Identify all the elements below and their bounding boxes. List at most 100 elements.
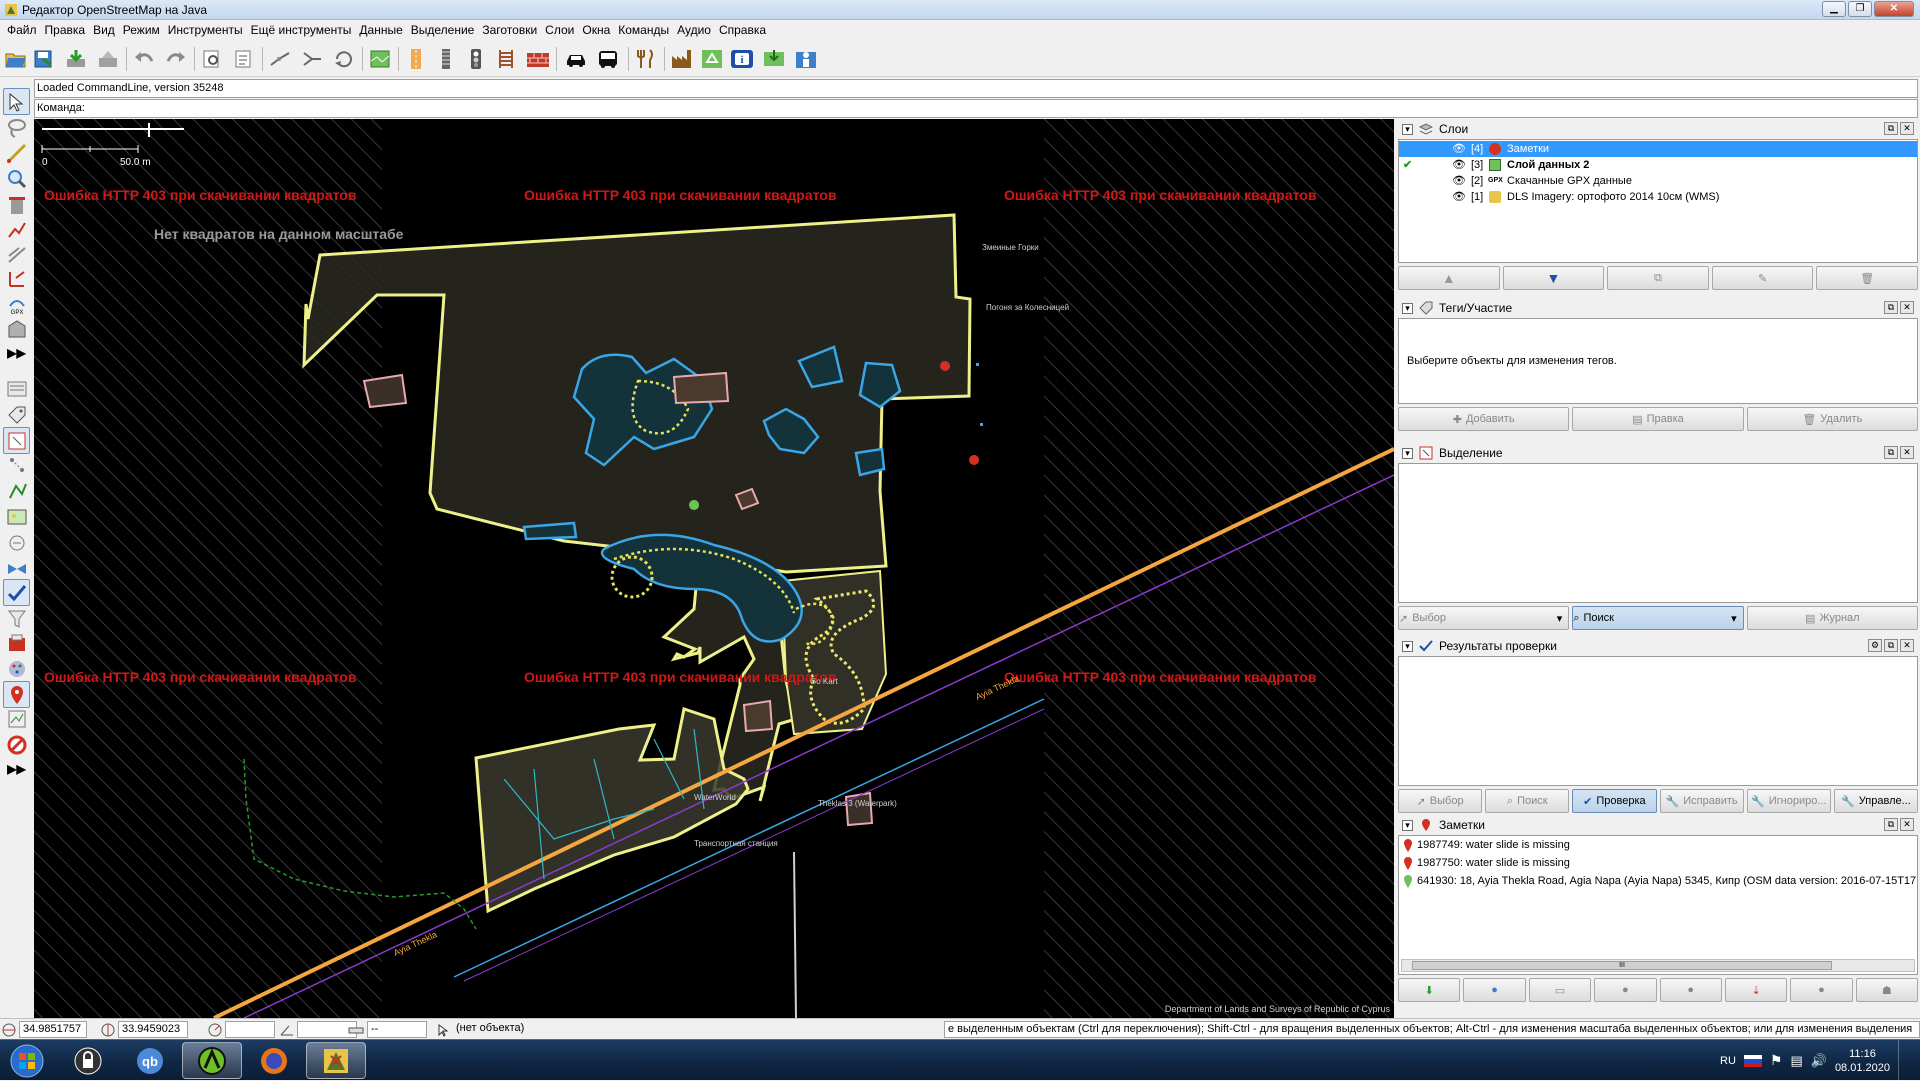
close-button[interactable]: ✕: [1874, 1, 1914, 17]
close-note-button[interactable]: ●: [1594, 978, 1657, 1002]
commandline-input[interactable]: Команда:: [34, 99, 1918, 118]
detach-icon[interactable]: ⧉: [1884, 301, 1898, 314]
search-button[interactable]: ⌕ Поиск ▾: [1572, 606, 1744, 630]
save-icon[interactable]: [32, 47, 56, 71]
toggle-dialog-restriction-icon[interactable]: [3, 731, 30, 758]
toggle-dialog-filter-funnel-icon[interactable]: [3, 605, 30, 632]
reverse-icon[interactable]: [332, 47, 356, 71]
taskbar-keepass[interactable]: [58, 1042, 118, 1079]
notes-panel-header[interactable]: ▾ Заметки ⧉ ✕: [1398, 815, 1918, 835]
menu-layers[interactable]: Слои: [541, 20, 578, 41]
lasso-tool-icon[interactable]: [3, 114, 30, 141]
manage-button[interactable]: 🔧 Управле...: [1833, 789, 1919, 813]
toggle-dialog-conflict-icon[interactable]: [3, 555, 30, 582]
validation-search-button[interactable]: ⌕ Поиск: [1485, 789, 1570, 813]
detach-icon[interactable]: ⧉: [1884, 446, 1898, 459]
open-file-icon[interactable]: [4, 47, 28, 71]
taskbar-firefox[interactable]: [244, 1042, 304, 1079]
toggle-dialog-changeset-icon[interactable]: [3, 629, 30, 656]
selection-panel-header[interactable]: ▾ Выделение ⧉ ✕: [1398, 443, 1918, 463]
menu-windows[interactable]: Окна: [578, 20, 614, 41]
menu-mode[interactable]: Режим: [119, 20, 164, 41]
menu-more-tools[interactable]: Ещё инструменты: [247, 20, 356, 41]
toggle-dialog-tags-icon[interactable]: [3, 401, 30, 428]
visibility-eye-icon[interactable]: 👁: [1452, 157, 1466, 173]
tags-panel-header[interactable]: ▾ Теги/Участие ⧉ ✕: [1398, 298, 1918, 318]
pool-small[interactable]: [854, 447, 886, 477]
combine-way-icon[interactable]: [300, 47, 324, 71]
bus-icon[interactable]: [596, 47, 620, 71]
notes-horizontal-scrollbar[interactable]: III: [1401, 959, 1915, 972]
pool-strip[interactable]: [522, 521, 578, 541]
collapse-icon[interactable]: ▾: [1402, 123, 1413, 135]
road-icon[interactable]: [404, 47, 428, 71]
car-icon[interactable]: [564, 47, 588, 71]
tourism-icon[interactable]: [762, 47, 786, 71]
note-item[interactable]: 1987750: water slide is missing: [1399, 854, 1917, 872]
person-icon[interactable]: [794, 47, 818, 71]
menu-presets[interactable]: Заготовки: [478, 20, 541, 41]
detach-icon[interactable]: ⧉: [1884, 122, 1898, 135]
collapse-icon[interactable]: ▾: [1402, 447, 1413, 459]
note-item[interactable]: 641930: 18, Ayia Thekla Road, Agia Napa …: [1399, 872, 1917, 890]
ignore-button[interactable]: 🔧 Игнориро...: [1746, 789, 1831, 813]
close-icon[interactable]: ✕: [1900, 446, 1914, 459]
maximize-button[interactable]: ❐: [1848, 1, 1872, 17]
draw-tool-icon[interactable]: [3, 139, 30, 166]
close-icon[interactable]: ✕: [1900, 301, 1914, 314]
toggle-dialog-filter-icon[interactable]: [3, 529, 30, 556]
layer-row-gpx[interactable]: 👁 [2] GPX Скачанные GPX данные: [1399, 173, 1917, 189]
sort-notes-button[interactable]: ⇣: [1724, 978, 1788, 1002]
menu-audio[interactable]: Аудио: [673, 20, 715, 41]
minimize-button[interactable]: ▁: [1822, 1, 1846, 17]
history-button[interactable]: ▤ Журнал: [1746, 606, 1918, 630]
redo-icon[interactable]: [164, 47, 188, 71]
select-button[interactable]: ➚ Выбор ▾: [1398, 606, 1570, 630]
flag-icon[interactable]: ⚑: [1770, 1052, 1783, 1069]
building-small[interactable]: [844, 791, 874, 827]
bridge-icon[interactable]: [494, 47, 518, 71]
gpx-tool-icon[interactable]: GPX: [3, 291, 30, 318]
download-icon[interactable]: [64, 47, 88, 71]
building-toilets[interactable]: [362, 373, 408, 409]
edit-tag-button[interactable]: ▤ Правка: [1572, 407, 1744, 431]
building-tool-icon[interactable]: [3, 315, 30, 342]
language-indicator[interactable]: RU: [1720, 1055, 1736, 1067]
extrude-tool-icon[interactable]: [3, 265, 30, 292]
toggle-dialog-imagery-icon[interactable]: [3, 503, 30, 530]
toggle-dialog-history-icon[interactable]: [3, 477, 30, 504]
show-desktop-button[interactable]: [1898, 1040, 1910, 1081]
note-marker-open[interactable]: [969, 455, 980, 473]
poi-dot[interactable]: [980, 423, 983, 426]
layer-row-notes[interactable]: 👁 [4] Заметки: [1399, 141, 1917, 157]
select-tool-icon[interactable]: [3, 88, 30, 115]
preferences-icon[interactable]: [200, 47, 224, 71]
fix-button[interactable]: 🔧 Исправить: [1659, 789, 1744, 813]
taskbar-qbittorrent[interactable]: qb: [120, 1042, 180, 1079]
new-note-button[interactable]: ●: [1463, 978, 1526, 1002]
validate-button[interactable]: ✔ Проверка: [1572, 789, 1657, 813]
visibility-eye-icon[interactable]: 👁: [1452, 189, 1466, 205]
network-icon[interactable]: ▤: [1790, 1053, 1802, 1069]
notes-list[interactable]: 1987749: water slide is missing 1987750:…: [1398, 835, 1918, 975]
validation-select-button[interactable]: ➚ Выбор: [1398, 789, 1483, 813]
layer-row-imagery[interactable]: 👁 [1] DLS Imagery: ортофото 2014 10см (W…: [1399, 189, 1917, 205]
delete-layer-button[interactable]: 🗑: [1816, 266, 1918, 290]
delete-tag-button[interactable]: 🗑 Удалить: [1746, 407, 1918, 431]
comment-note-button[interactable]: ▭: [1528, 978, 1592, 1002]
validation-results[interactable]: [1398, 656, 1918, 786]
duplicate-button[interactable]: ✎: [1711, 266, 1814, 290]
building-toilets[interactable]: [742, 699, 774, 733]
taskbar-josm-launcher[interactable]: [182, 1042, 242, 1079]
toggle-dialog-notes-icon[interactable]: [3, 681, 30, 708]
menu-edit[interactable]: Правка: [41, 20, 90, 41]
move-up-button[interactable]: ▲: [1398, 266, 1500, 290]
menu-tools[interactable]: Инструменты: [164, 20, 247, 41]
collapse-icon[interactable]: ▾: [1402, 640, 1413, 652]
zoom-tool-icon[interactable]: [3, 165, 30, 192]
info-icon[interactable]: i: [730, 47, 754, 71]
toggle-dialog-validator-icon[interactable]: [3, 579, 30, 606]
traffic-light-icon[interactable]: [464, 47, 488, 71]
start-button[interactable]: [2, 1042, 52, 1079]
note-item[interactable]: 1987749: water slide is missing: [1399, 836, 1917, 854]
